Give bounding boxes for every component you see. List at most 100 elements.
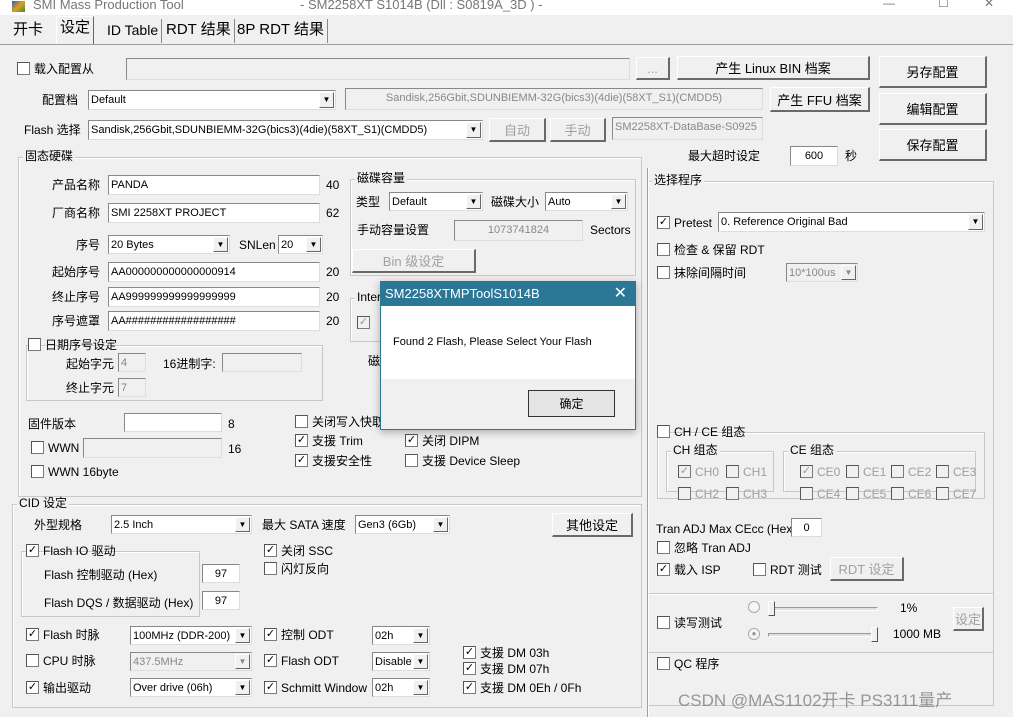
ch1-checkbox[interactable]	[726, 465, 739, 478]
start-sn-input[interactable]: AA000000000000000914	[108, 262, 320, 282]
date-sn-checkbox[interactable]	[28, 338, 41, 351]
disable-write-cache-checkbox[interactable]	[295, 415, 308, 428]
vendor-input[interactable]: SMI 2258XT PROJECT	[108, 203, 320, 223]
size-slider-track[interactable]	[768, 633, 878, 637]
rw-test-checkbox[interactable]	[657, 616, 670, 629]
support-dm-0eh-checkbox[interactable]: ✓	[463, 681, 476, 694]
auto-button[interactable]: 自动	[489, 118, 546, 142]
ce4-checkbox[interactable]	[800, 487, 813, 500]
manual-capacity-input[interactable]: 1073741824	[454, 220, 583, 241]
ctrl-odt-checkbox[interactable]: ✓	[264, 628, 277, 641]
chevron-down-icon[interactable]: ▼	[433, 517, 448, 532]
ffu-button[interactable]: 产生 FFU 档案	[770, 87, 870, 112]
cpu-clock-checkbox[interactable]	[26, 654, 39, 667]
output-drive-select[interactable]: Over drive (06h) ▼	[130, 678, 252, 697]
snlen-select[interactable]: 20 ▼	[278, 235, 323, 254]
ce1-checkbox[interactable]	[846, 465, 859, 478]
size-select[interactable]: Auto ▼	[545, 192, 628, 211]
ch3-checkbox[interactable]	[726, 487, 739, 500]
product-input[interactable]: PANDA	[108, 175, 320, 195]
load-config-checkbox[interactable]	[17, 62, 30, 75]
tab-open-card[interactable]: 开卡	[10, 19, 46, 43]
support-trim-checkbox[interactable]: ✓	[295, 434, 308, 447]
maximize-button[interactable]: ☐	[938, 0, 949, 10]
chevron-down-icon[interactable]: ▼	[235, 628, 250, 643]
tab-settings[interactable]: 设定	[56, 16, 95, 44]
browse-button[interactable]: ...	[636, 57, 670, 80]
chevron-down-icon[interactable]: ▼	[413, 680, 428, 695]
tab-id-table[interactable]: ID Table	[104, 19, 163, 43]
bin-setting-button[interactable]: Bin 级设定	[352, 249, 476, 273]
flash-odt-select[interactable]: Disable ▼	[372, 652, 430, 671]
sn-type-select[interactable]: 20 Bytes ▼	[108, 235, 230, 254]
ce3-checkbox[interactable]	[936, 465, 949, 478]
schmitt-window-checkbox[interactable]: ✓	[264, 681, 277, 694]
support-dm-07h-checkbox[interactable]: ✓	[463, 662, 476, 675]
chevron-down-icon[interactable]: ▼	[611, 194, 626, 209]
tran-adj-input[interactable]: 0	[791, 518, 822, 537]
chevron-down-icon[interactable]: ▼	[306, 237, 321, 252]
save-config-button[interactable]: 保存配置	[879, 129, 987, 161]
schmitt-select[interactable]: 02h ▼	[372, 678, 430, 697]
flash-odt-checkbox[interactable]: ✓	[264, 654, 277, 667]
save-as-config-button[interactable]: 另存配置	[879, 56, 987, 88]
chevron-down-icon[interactable]: ▼	[841, 265, 856, 280]
rdt-setting-button[interactable]: RDT 设定	[830, 557, 904, 581]
ch0-checkbox[interactable]: ✓	[678, 465, 691, 478]
close-button[interactable]: ✕	[984, 0, 994, 10]
rw-set-button[interactable]: 设定	[953, 607, 984, 631]
load-isp-checkbox[interactable]: ✓	[657, 563, 670, 576]
config-select[interactable]: Default ▼	[88, 90, 336, 110]
minimize-button[interactable]: —	[883, 0, 895, 10]
timeout-input[interactable]: 600	[790, 146, 838, 166]
dialog-close-icon[interactable]: ✕	[614, 282, 627, 306]
flash-clock-select[interactable]: 100MHz (DDR-200) ▼	[130, 626, 252, 645]
chevron-down-icon[interactable]: ▼	[319, 92, 334, 108]
pretest-checkbox[interactable]: ✓	[657, 216, 670, 229]
chevron-down-icon[interactable]: ▼	[413, 628, 428, 643]
erase-interval-select[interactable]: 10*100us ▼	[786, 263, 858, 282]
chevron-down-icon[interactable]: ▼	[466, 122, 481, 138]
tab-rdt-result[interactable]: RDT 结果	[163, 19, 235, 43]
chevron-down-icon[interactable]: ▼	[235, 654, 250, 669]
form-factor-select[interactable]: 2.5 Inch ▼	[111, 515, 252, 534]
config-info[interactable]: Sandisk,256Gbit,SDUNBIEMM-32G(bics3)(4di…	[345, 88, 763, 110]
ce0-checkbox[interactable]: ✓	[800, 465, 813, 478]
ce7-checkbox[interactable]	[936, 487, 949, 500]
size-radio[interactable]: ●	[748, 628, 760, 640]
wwn-input[interactable]	[83, 438, 222, 458]
wwn-16byte-checkbox[interactable]	[31, 465, 44, 478]
flash-io-drive-checkbox[interactable]: ✓	[26, 544, 39, 557]
ce6-checkbox[interactable]	[891, 487, 904, 500]
disable-ssc-checkbox[interactable]: ✓	[264, 544, 277, 557]
chevron-down-icon[interactable]: ▼	[235, 680, 250, 695]
mask-input[interactable]: AA##################	[108, 311, 320, 331]
dqs-drive-input[interactable]: 97	[202, 591, 240, 610]
ctrl-odt-select[interactable]: 02h ▼	[372, 626, 430, 645]
support-security-checkbox[interactable]: ✓	[295, 454, 308, 467]
linux-bin-button[interactable]: 产生 Linux BIN 档案	[677, 56, 870, 80]
output-drive-checkbox[interactable]: ✓	[26, 681, 39, 694]
percent-radio[interactable]	[748, 601, 760, 613]
support-dm-03h-checkbox[interactable]: ✓	[463, 646, 476, 659]
end-sn-input[interactable]: AA999999999999999999	[108, 287, 320, 307]
chce-config-checkbox[interactable]	[657, 425, 670, 438]
load-path-input[interactable]	[126, 58, 630, 80]
tab-8p-rdt-result[interactable]: 8P RDT 结果	[234, 19, 328, 43]
size-slider-thumb[interactable]	[871, 627, 878, 642]
chevron-down-icon[interactable]: ▼	[968, 214, 983, 230]
start-char-input[interactable]: 4	[118, 353, 146, 372]
ce5-checkbox[interactable]	[846, 487, 859, 500]
support-device-sleep-checkbox[interactable]	[405, 454, 418, 467]
ch2-checkbox[interactable]	[678, 487, 691, 500]
qc-program-checkbox[interactable]	[657, 657, 670, 670]
ce2-checkbox[interactable]	[891, 465, 904, 478]
check-rdt-checkbox[interactable]	[657, 243, 670, 256]
chevron-down-icon[interactable]: ▼	[413, 654, 428, 669]
interface-option-checkbox[interactable]: ✓	[357, 316, 370, 329]
chevron-down-icon[interactable]: ▼	[235, 517, 250, 532]
flash-select[interactable]: Sandisk,256Gbit,SDUNBIEMM-32G(bics3)(4di…	[88, 120, 483, 140]
type-select[interactable]: Default ▼	[389, 192, 483, 211]
led-invert-checkbox[interactable]	[264, 562, 277, 575]
pretest-select[interactable]: 0. Reference Original Bad ▼	[718, 212, 985, 232]
